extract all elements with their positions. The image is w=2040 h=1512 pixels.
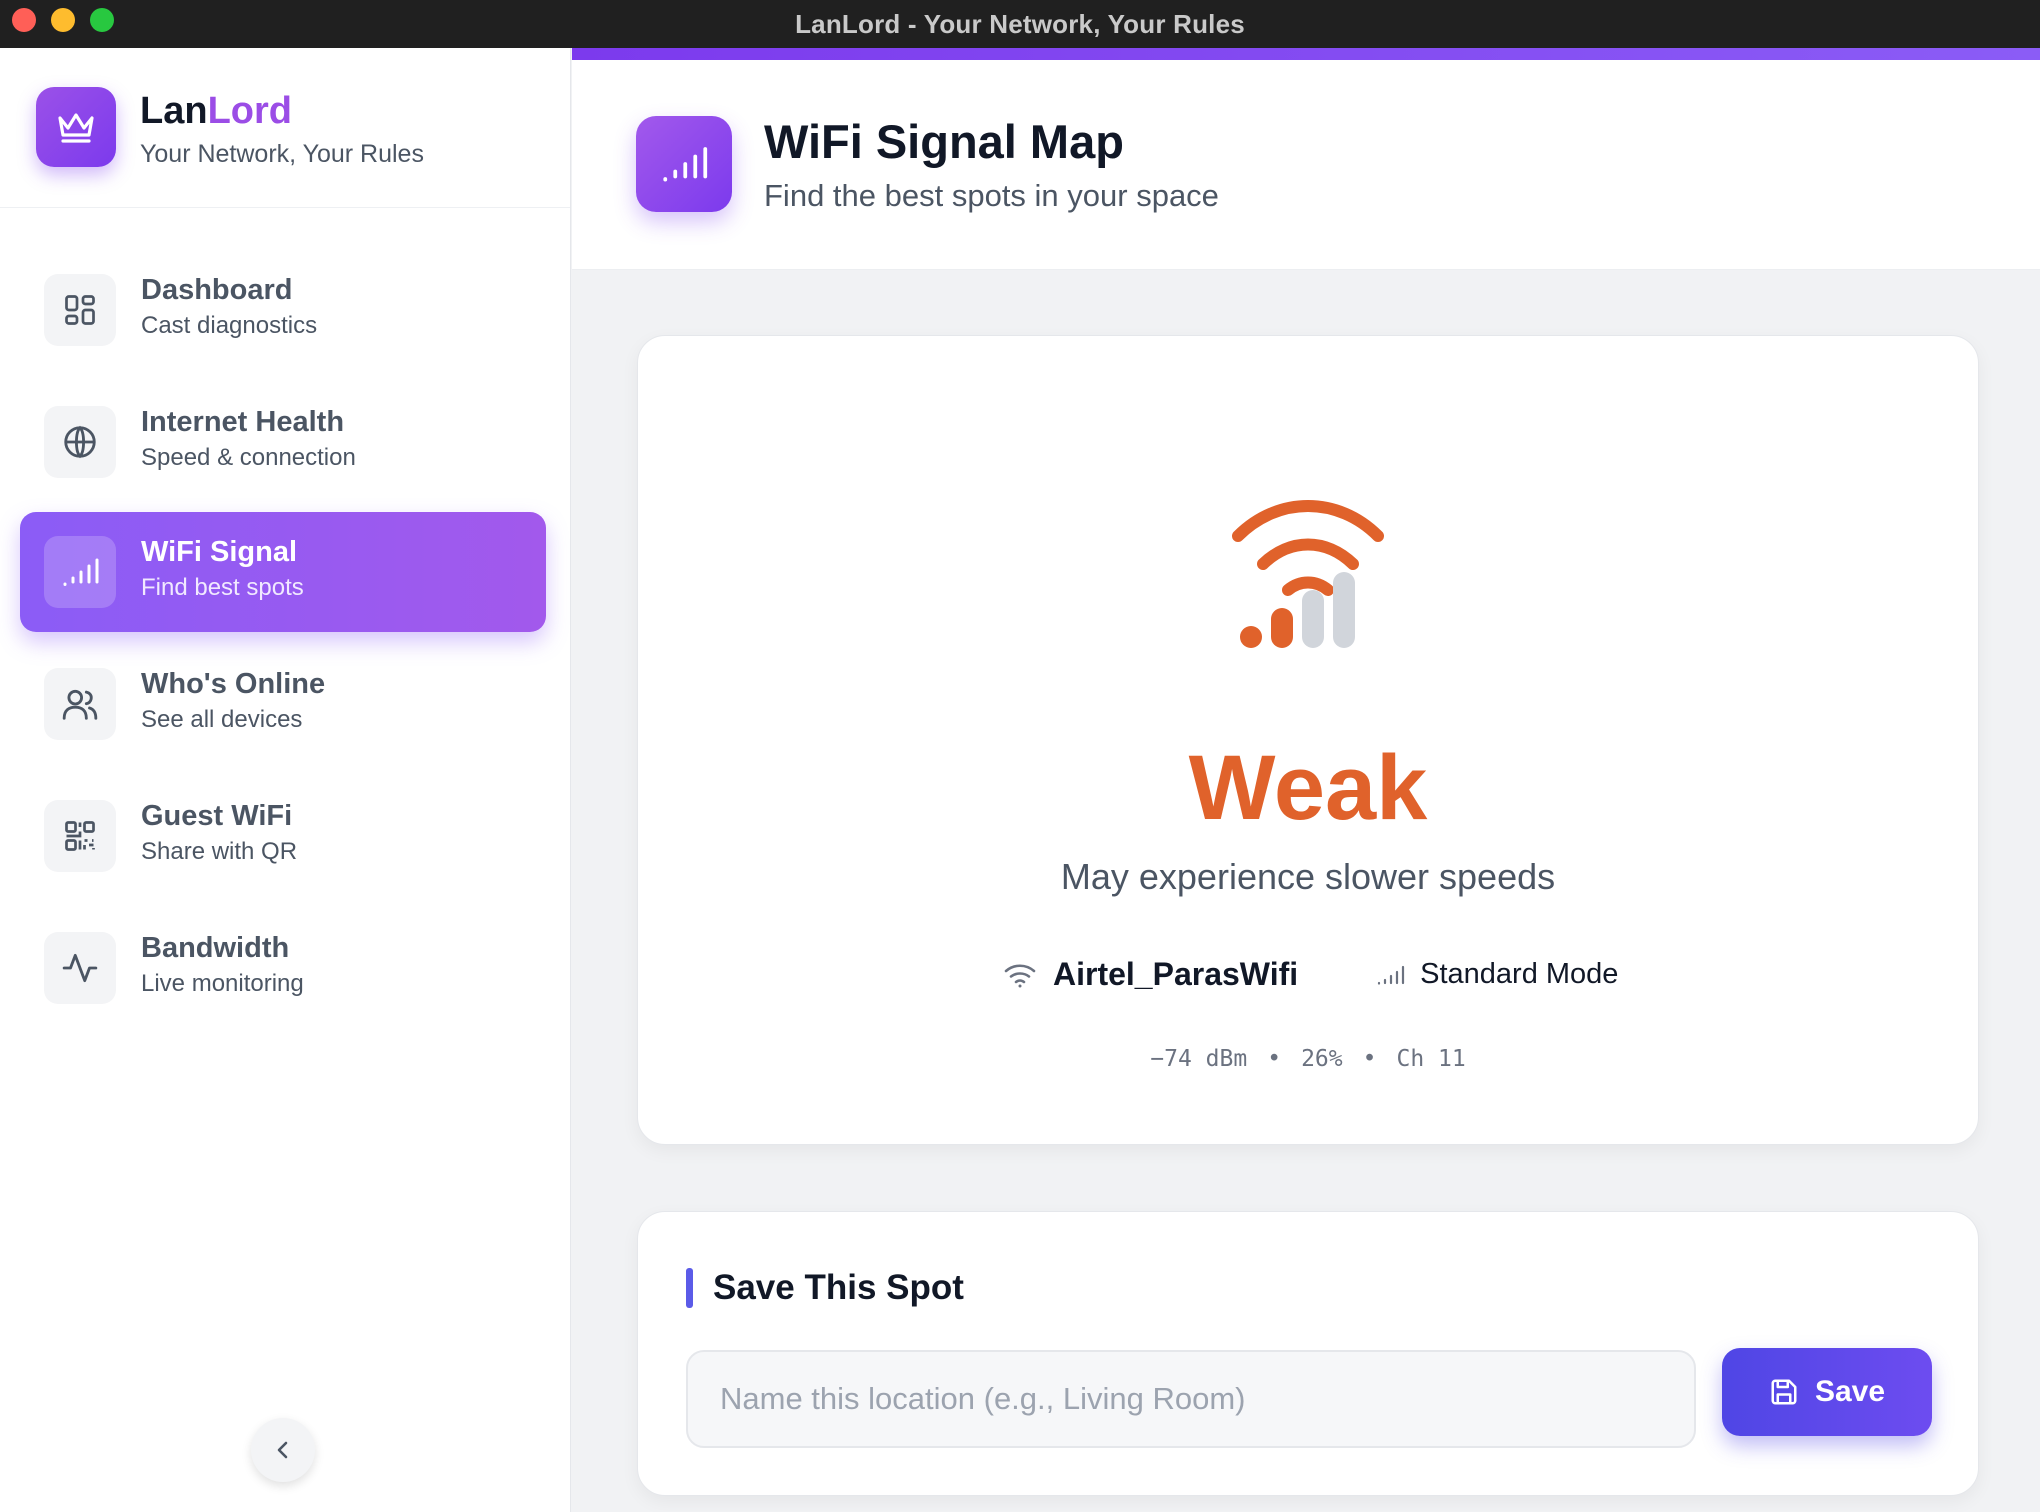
signal-channel: Ch 11	[1396, 1046, 1466, 1072]
activity-icon	[44, 932, 116, 1004]
maximize-window-button[interactable]	[90, 8, 114, 32]
sidebar-item-title: Guest WiFi	[141, 800, 293, 832]
sidebar-item-subtitle: Share with QR	[141, 838, 298, 865]
page-subtitle: Find the best spots in your space	[764, 178, 1219, 213]
wifi-strength-icon	[1232, 500, 1384, 648]
sidebar-item-wifi-signal[interactable]: WiFi Signal Find best spots	[20, 512, 546, 632]
save-button-label: Save	[1814, 1375, 1886, 1408]
signal-strength-label: Weak	[1188, 737, 1428, 839]
location-name-input[interactable]	[686, 1350, 1696, 1448]
users-icon	[44, 668, 116, 740]
sidebar-item-subtitle: Find best spots	[141, 574, 304, 601]
sidebar-item-title: Internet Health	[141, 406, 345, 438]
dashboard-icon	[44, 274, 116, 346]
sidebar-item-title: WiFi Signal	[141, 536, 298, 568]
sidebar-item-dashboard[interactable]: Dashboard Cast diagnostics	[20, 250, 546, 370]
save-spot-title: Save This Spot	[713, 1268, 964, 1307]
sidebar-item-whos-online[interactable]: Who's Online See all devices	[20, 644, 546, 764]
window-controls	[12, 8, 114, 32]
signal-bars-icon	[44, 536, 116, 608]
metric-separator: •	[1362, 1046, 1377, 1072]
sidebar-item-subtitle: Speed & connection	[141, 444, 356, 471]
sidebar-item-internet-health[interactable]: Internet Health Speed & connection	[20, 382, 546, 502]
page-header: WiFi Signal Map Find the best spots in y…	[572, 60, 2040, 270]
save-spot-heading: Save This Spot	[686, 1268, 964, 1308]
heading-accent-bar	[686, 1268, 693, 1308]
brand: LanLord Your Network, Your Rules	[0, 48, 570, 208]
sidebar-item-bandwidth[interactable]: Bandwidth Live monitoring	[20, 908, 546, 1028]
signal-strength-description: May experience slower speeds	[1060, 856, 1556, 897]
sidebar-item-subtitle: Live monitoring	[141, 970, 304, 997]
network-ssid: Airtel_ParasWifi	[1053, 956, 1299, 992]
sidebar-item-subtitle: See all devices	[141, 706, 303, 733]
signal-status-card: Weak May experience slower speeds Airtel…	[637, 335, 1979, 1145]
network-info-row: Airtel_ParasWifi Standard Mode	[1003, 956, 1618, 993]
wifi-icon	[1004, 963, 1036, 987]
sidebar: LanLord Your Network, Your Rules Dashboa…	[0, 48, 571, 1512]
window-title: LanLord - Your Network, Your Rules	[795, 8, 1245, 39]
signal-bars-icon	[636, 116, 732, 212]
chevron-left-icon	[277, 1441, 288, 1459]
sidebar-item-guest-wifi[interactable]: Guest WiFi Share with QR	[20, 776, 546, 896]
window-titlebar: LanLord - Your Network, Your Rules	[0, 0, 2040, 48]
signal-dbm: −74 dBm	[1150, 1046, 1248, 1072]
page-title: WiFi Signal Map	[764, 115, 1124, 168]
close-window-button[interactable]	[12, 8, 36, 32]
brand-name: LanLord	[140, 90, 292, 132]
signal-percent: 26%	[1301, 1046, 1343, 1072]
brand-tagline: Your Network, Your Rules	[140, 140, 424, 168]
sidebar-item-title: Bandwidth	[141, 932, 290, 964]
sidebar-item-subtitle: Cast diagnostics	[141, 312, 318, 339]
accent-bar	[572, 48, 2040, 60]
save-button[interactable]: Save	[1722, 1348, 1932, 1436]
signal-metrics: −74 dBm • 26% • Ch 11	[638, 1046, 1978, 1072]
sidebar-item-title: Dashboard	[141, 274, 293, 306]
crown-icon	[36, 87, 116, 167]
save-icon	[1771, 1379, 1797, 1405]
globe-icon	[44, 406, 116, 478]
signal-bars-icon	[1378, 965, 1405, 985]
network-mode: Standard Mode	[1420, 958, 1619, 990]
collapse-sidebar-button[interactable]	[251, 1418, 315, 1482]
metric-separator: •	[1267, 1046, 1282, 1072]
minimize-window-button[interactable]	[51, 8, 75, 32]
save-spot-card: Save This Spot Save	[637, 1211, 1979, 1496]
qr-code-icon	[44, 800, 116, 872]
sidebar-item-title: Who's Online	[141, 668, 326, 700]
